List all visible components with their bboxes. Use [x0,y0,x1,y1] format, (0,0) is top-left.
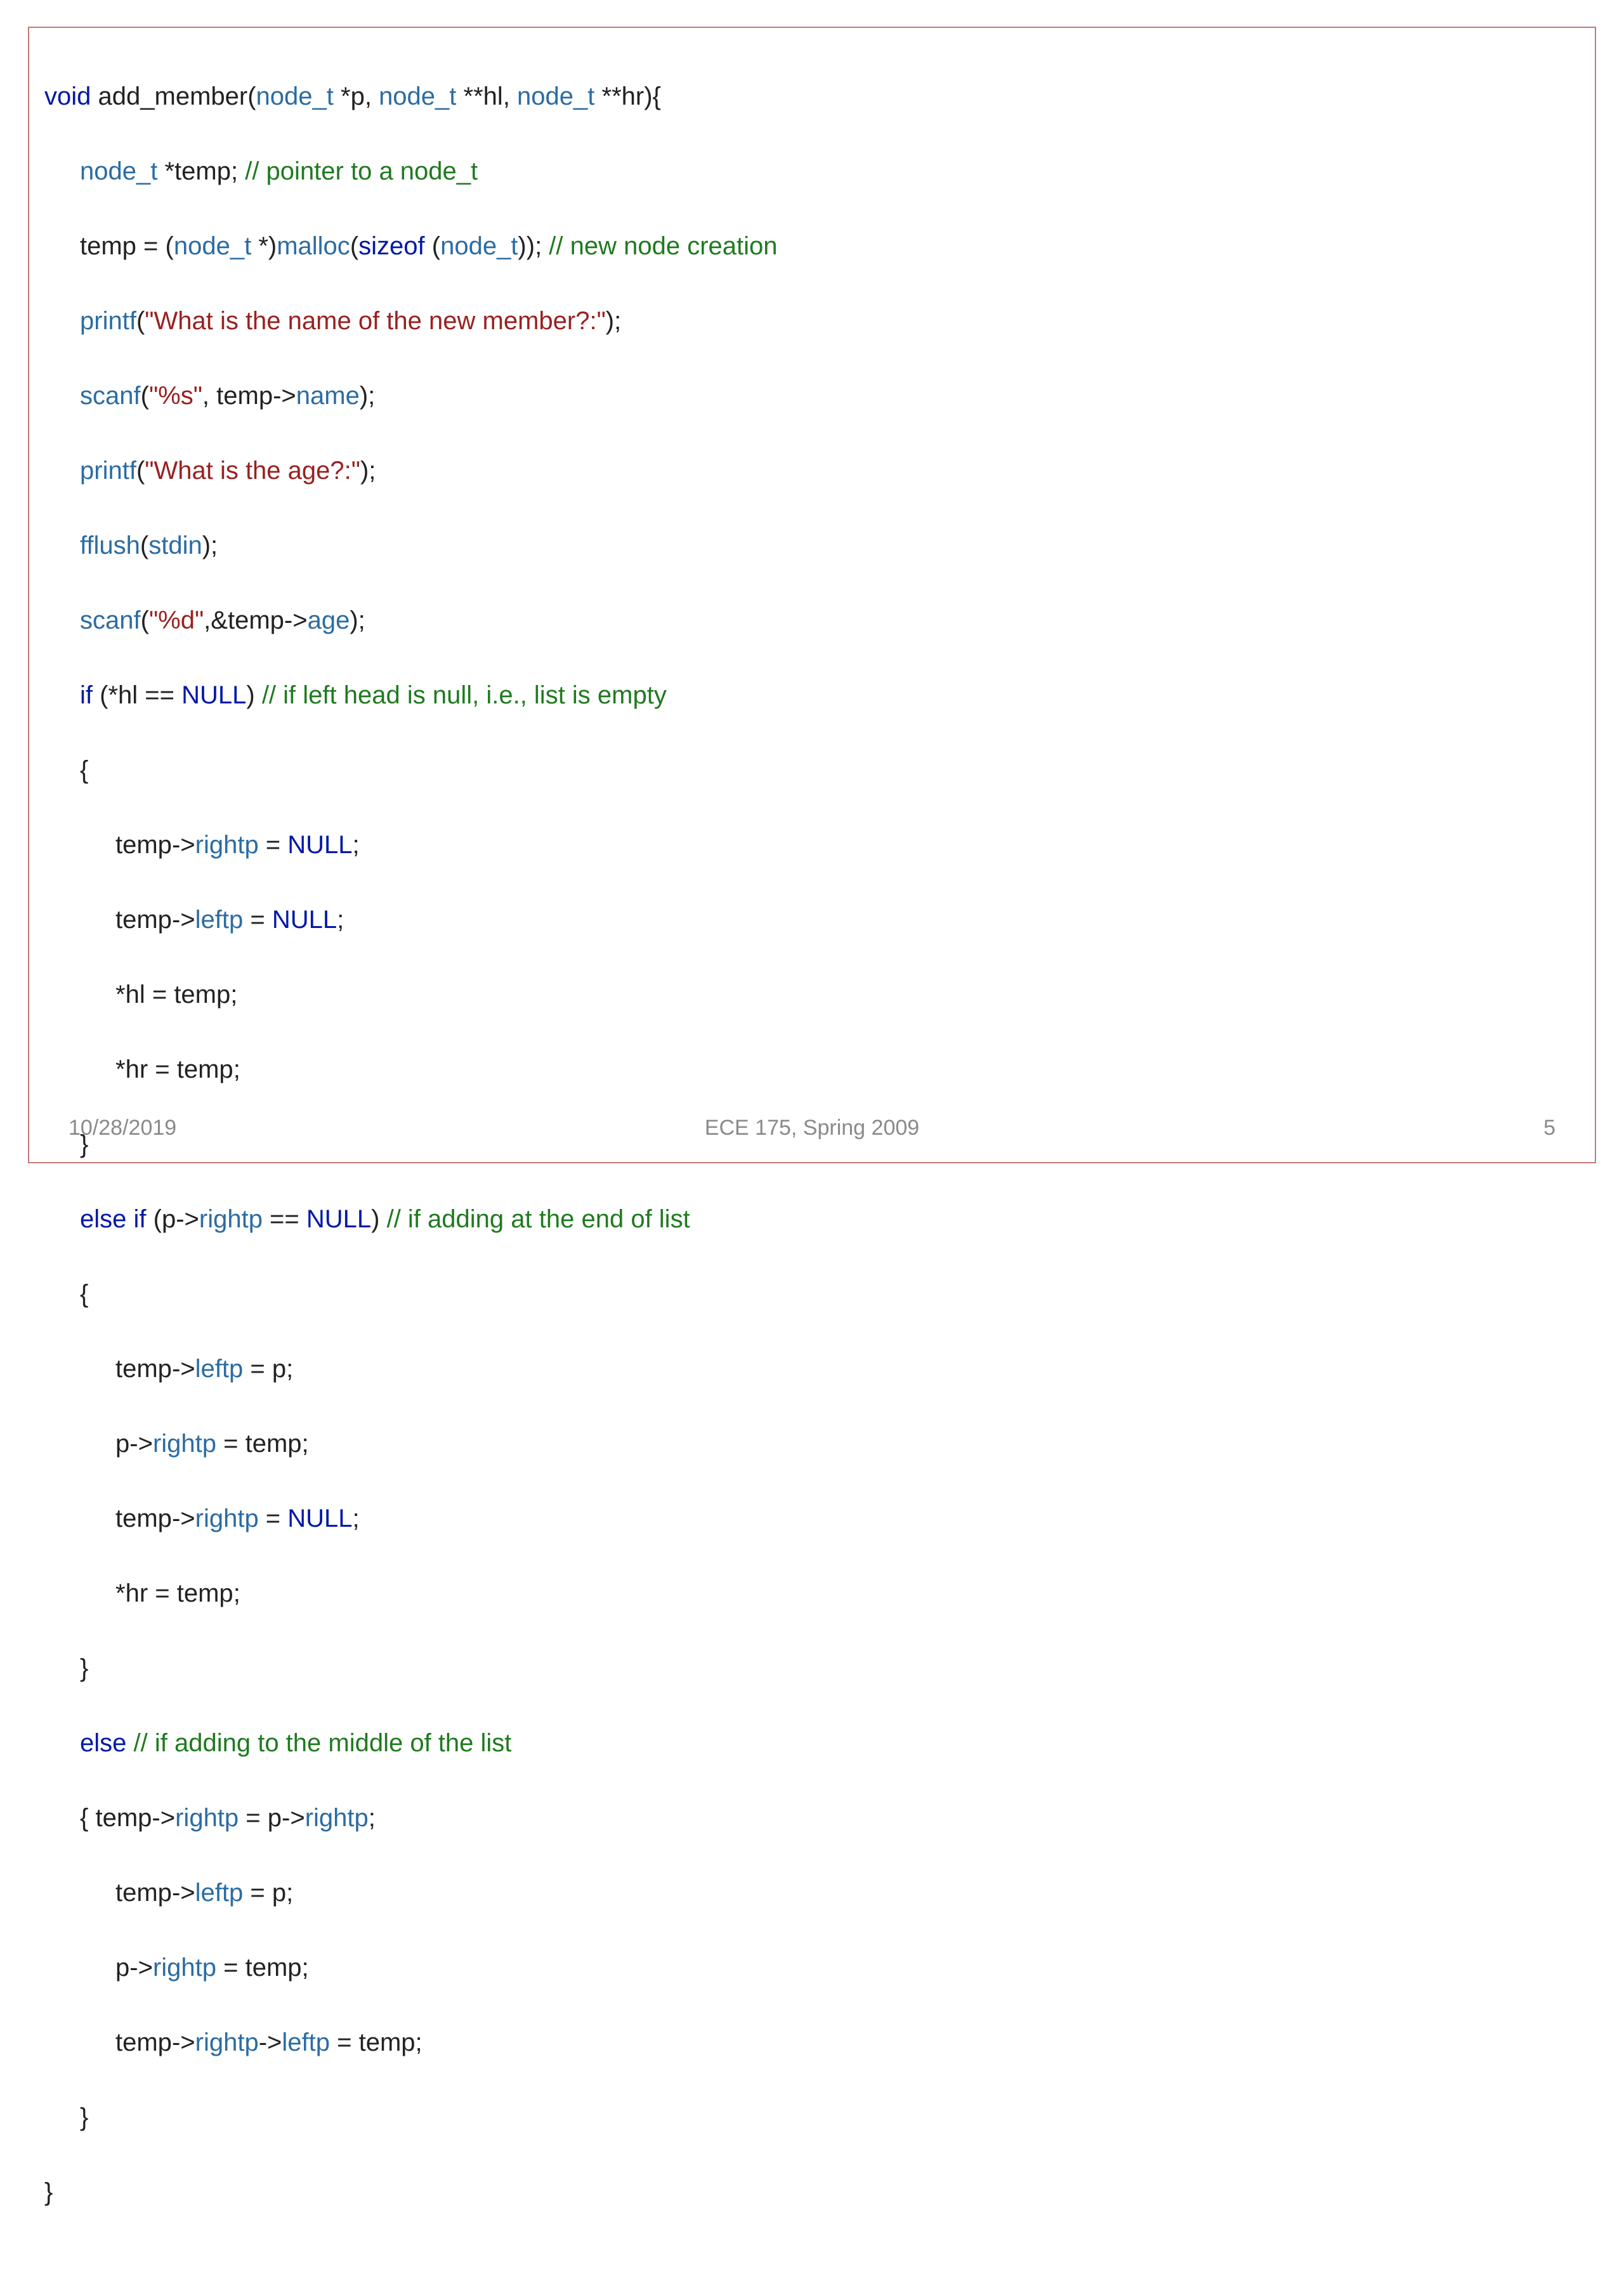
code-line: *hl = temp; [44,976,1580,1014]
keyword-void: void [44,82,91,110]
string-literal: "What is the name of the new member?:" [145,307,606,335]
member-leftp: leftp [195,906,244,934]
comment: // if left head is null, i.e., list is e… [262,681,667,709]
fn-name: add_member [98,82,248,110]
string-literal: "%s" [149,382,202,410]
code-line: *hr = temp; [44,1575,1580,1612]
member-rightp: rightp [195,831,259,859]
footer-course: ECE 175, Spring 2009 [57,1116,1567,1140]
keyword-sizeof: sizeof [358,232,425,260]
code-line: p->rightp = temp; [44,1425,1580,1463]
footer-page: 5 [1543,1116,1555,1140]
code-line: p->rightp = temp; [44,1949,1580,1987]
code-line: temp->leftp = NULL; [44,901,1580,939]
code-line: } [44,1650,1580,1687]
code-frame: void add_member(node_t *p, node_t **hl, … [28,27,1596,1163]
comment: // pointer to a node_t [245,157,478,185]
code-line: scanf("%d",&temp->age); [44,602,1580,639]
code-line: temp->rightp = NULL; [44,826,1580,864]
code-line: temp = (node_t *)malloc(sizeof (node_t))… [44,228,1580,265]
slide-footer: 10/28/2019 ECE 175, Spring 2009 5 [57,1109,1567,1140]
comment: // new node creation [549,232,777,260]
comment: // if adding to the middle of the list [134,1729,512,1757]
comment: // if adding at the end of list [387,1205,690,1233]
code-block: void add_member(node_t *p, node_t **hl, … [44,41,1580,2286]
code-line: printf("What is the name of the new memb… [44,303,1580,340]
slide: void add_member(node_t *p, node_t **hl, … [0,0,1624,1218]
code-line: node_t *temp; // pointer to a node_t [44,153,1580,190]
type-node_t: node_t [256,82,334,110]
keyword-else: else [80,1729,126,1757]
id-stdin: stdin [148,532,202,559]
code-line: temp->leftp = p; [44,1874,1580,1912]
code-line: *hr = temp; [44,1051,1580,1088]
code-line: temp->rightp = NULL; [44,1500,1580,1538]
null-literal: NULL [181,681,246,709]
code-line: else if (p->rightp == NULL) // if adding… [44,1201,1580,1238]
member-age: age [308,606,350,634]
code-line: } [44,2174,1580,2211]
code-line: temp->leftp = p; [44,1350,1580,1388]
code-line: fflush(stdin); [44,527,1580,565]
fn-fflush: fflush [80,532,140,559]
code-line: void add_member(node_t *p, node_t **hl, … [44,78,1580,115]
keyword-if: if [80,681,93,709]
member-name: name [296,382,360,410]
code-line: if (*hl == NULL) // if left head is null… [44,677,1580,714]
code-line: { temp->rightp = p->rightp; [44,1799,1580,1837]
code-line: { [44,1276,1580,1313]
code-line: else // if adding to the middle of the l… [44,1725,1580,1762]
code-line: } [44,2099,1580,2136]
fn-scanf: scanf [80,382,141,410]
keyword-else-if: else if [80,1205,147,1233]
code-line: printf("What is the age?:"); [44,452,1580,490]
code-line: temp->rightp->leftp = temp; [44,2024,1580,2061]
fn-printf: printf [80,307,136,335]
code-line: scanf("%s", temp->name); [44,377,1580,415]
fn-malloc: malloc [277,232,350,260]
code-line: { [44,752,1580,789]
